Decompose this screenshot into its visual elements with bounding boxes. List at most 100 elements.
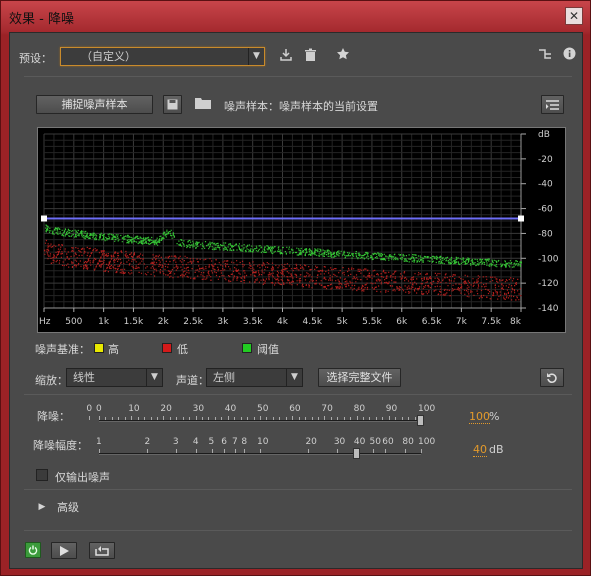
noise-reduction-label: 降噪： <box>37 410 70 423</box>
preview-play-button[interactable] <box>51 542 77 559</box>
legend-label-threshold: 阈值 <box>257 343 279 356</box>
legend-label-low: 低 <box>177 343 188 356</box>
separator <box>24 394 572 395</box>
x-tick-label: 7k <box>456 317 468 327</box>
channel-value: 左侧 <box>213 371 235 384</box>
save-preset-icon[interactable] <box>278 48 294 67</box>
scale-tick-label: 10 <box>128 404 140 414</box>
y-tick-label: -20 <box>538 155 553 165</box>
y-tick-label: -40 <box>538 180 553 190</box>
scale-tick-label: 90 <box>385 404 398 414</box>
scale-tick-label: 2 <box>144 437 151 447</box>
x-tick-label: 2.5k <box>183 317 203 327</box>
x-tick-label: 5k <box>337 317 349 327</box>
y-tick-label: -100 <box>538 254 559 264</box>
scale-tick-label: 30 <box>192 404 205 414</box>
routing-icon[interactable] <box>537 48 553 65</box>
noise-reduction-value[interactable]: 100 <box>469 410 490 424</box>
x-tick-label: 1.5k <box>124 317 144 327</box>
scale-dropdown[interactable]: 线性 ▼ <box>66 368 163 387</box>
scale-tick-label: 10 <box>257 437 269 447</box>
scale-tick-label: 1 <box>96 437 102 447</box>
scale-tick-label: 3 <box>172 437 179 447</box>
chevron-down-icon: ▼ <box>248 48 264 65</box>
noise-reduction-slider-thumb[interactable] <box>417 415 424 426</box>
scale-tick-label: 100 <box>418 404 436 414</box>
reduction-amount-slider[interactable] <box>99 453 421 455</box>
curve-handle-right <box>518 215 524 222</box>
power-toggle-button[interactable] <box>25 542 41 558</box>
favorite-star-icon[interactable] <box>335 47 351 66</box>
noise-graph[interactable]: dB -20 -40 -60 -80 -100 -120 -140 Hz 500 1k 1.5k 2k 2… <box>37 127 566 333</box>
scale-tick-label: 40 <box>224 404 237 414</box>
scale-tick-label: 50 <box>369 437 381 447</box>
scale-tick-label: 80 <box>402 437 414 447</box>
scale-tick-label: 60 <box>382 437 394 447</box>
scale-tick-label: 60 <box>289 404 301 414</box>
save-noise-print-button[interactable] <box>163 95 182 114</box>
x-tick-label: 7.5k <box>481 317 501 327</box>
legend-swatch-high <box>94 343 104 353</box>
x-tick-label: 3.5k <box>243 317 263 327</box>
scale-tick-label: 80 <box>353 404 366 414</box>
x-tick-label: 4.5k <box>303 317 323 327</box>
scale-tick <box>89 416 91 420</box>
noise-sample-text: 噪声样本：噪声样本的当前设置 <box>224 100 378 113</box>
loop-button[interactable] <box>89 542 115 559</box>
x-tick-label: 6k <box>396 317 408 327</box>
scale-tick-label: 100 <box>418 437 436 447</box>
scale-tick-label: 0 <box>96 404 102 414</box>
preset-dropdown[interactable]: （自定义） ▼ <box>60 47 265 66</box>
scale-tick-label: 7 <box>232 437 238 447</box>
reduction-amount-value[interactable]: 40 <box>473 443 487 457</box>
chevron-down-icon: ▼ <box>286 369 302 386</box>
select-entire-file-button[interactable]: 选择完整文件 <box>318 368 401 387</box>
y-tick-label: dB <box>538 130 550 140</box>
scale-tick <box>421 449 422 453</box>
legend-swatch-threshold <box>242 343 252 353</box>
noise-floor-label: 噪声基准： <box>35 343 90 356</box>
capture-noise-print-button[interactable]: 捕捉噪声样本 <box>36 95 153 114</box>
channel-dropdown[interactable]: 左侧 ▼ <box>206 368 303 387</box>
info-icon[interactable] <box>561 47 577 65</box>
noise-reduction-unit: % <box>489 410 500 423</box>
separator <box>24 530 572 531</box>
title-bar[interactable]: 效果 - 降噪 ✕ <box>1 1 590 33</box>
scale-value: 线性 <box>73 371 95 384</box>
x-tick-label: 500 <box>65 317 82 327</box>
expand-triangle-icon[interactable]: ▶ <box>37 499 47 515</box>
scale-tick-label: 20 <box>160 404 172 414</box>
legend-label-high: 高 <box>108 343 119 356</box>
y-tick-label: -60 <box>538 205 553 215</box>
preset-value: （自定义） <box>81 50 136 63</box>
effect-window: 效果 - 降噪 ✕ 预设： （自定义） ▼ 捕捉噪声样本 噪声样本：噪声样本的当… <box>0 0 591 576</box>
x-tick-label: 4k <box>277 317 289 327</box>
output-noise-only-checkbox[interactable] <box>36 469 48 481</box>
noise-graph-canvas[interactable]: dB -20 -40 -60 -80 -100 -120 -140 Hz 500 1k 1.5k 2k 2… <box>38 128 567 334</box>
preset-label: 预设： <box>19 52 52 65</box>
panel-menu-button[interactable] <box>541 95 564 114</box>
scale-tick-label: 50 <box>257 404 269 414</box>
scale-tick-label: 4 <box>192 437 199 447</box>
scale-tick-label: 6 <box>221 437 228 447</box>
separator <box>24 489 572 490</box>
x-tick-label: 1k <box>98 317 110 327</box>
scale-tick-label: 70 <box>321 404 333 414</box>
advanced-section-toggle[interactable]: 高级 <box>57 499 79 515</box>
scale-tick-label: 30 <box>333 437 346 447</box>
effect-panel: 预设： （自定义） ▼ 捕捉噪声样本 噪声样本：噪声样本的当前设置 dB -20… <box>9 32 583 569</box>
reset-button[interactable] <box>540 368 564 387</box>
scale-tick-label: 5 <box>208 437 215 447</box>
separator <box>24 76 572 77</box>
y-tick-label: -140 <box>538 304 559 314</box>
reduction-amount-slider-thumb[interactable] <box>352 448 360 459</box>
scale-label: 缩放： <box>35 374 68 387</box>
noise-reduction-slider[interactable] <box>99 420 421 422</box>
curve-handle-left <box>41 215 47 222</box>
close-button[interactable]: ✕ <box>565 7 583 25</box>
delete-preset-icon[interactable] <box>302 48 318 67</box>
x-tick-label: 8k <box>510 317 522 327</box>
chevron-down-icon: ▼ <box>146 369 162 386</box>
folder-icon[interactable] <box>194 97 212 114</box>
x-tick-label: 2k <box>158 317 170 327</box>
